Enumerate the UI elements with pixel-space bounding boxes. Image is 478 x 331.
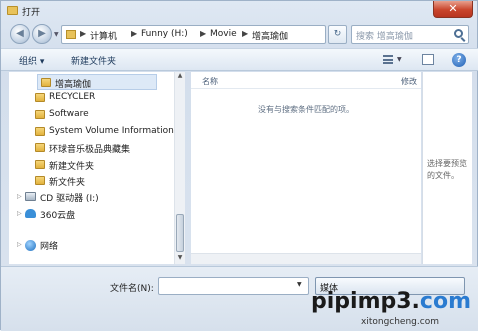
folder-icon xyxy=(35,160,45,169)
help-icon[interactable]: ? xyxy=(452,53,466,67)
tree-item-label: 新建文件夹 xyxy=(49,162,95,172)
file-list[interactable]: 名称 修改 没有与搜索条件匹配的项。 xyxy=(191,72,421,264)
folder-icon xyxy=(35,110,45,119)
navigation-pane: 增高瑜伽 RECYCLER Software System Volume Inf… xyxy=(9,72,185,264)
search-placeholder: 搜索 增高瑜伽 xyxy=(356,32,413,42)
title-bar: 打开 ✕ xyxy=(1,1,478,21)
network-icon xyxy=(25,240,36,251)
view-dropdown-icon[interactable]: ▼ xyxy=(397,56,402,63)
tree-item-label: 新文件夹 xyxy=(49,178,86,188)
scroll-down-icon[interactable]: ▼ xyxy=(175,254,185,264)
recent-pages-dropdown-icon[interactable]: ▼ xyxy=(54,31,59,38)
breadcrumb-movie[interactable]: Movie xyxy=(210,29,237,39)
scrollbar-thumb[interactable] xyxy=(176,214,184,252)
tree-item-selected-folder[interactable]: 增高瑜伽 xyxy=(37,74,157,90)
folder-icon xyxy=(35,127,45,136)
refresh-button[interactable]: ↻ xyxy=(328,25,347,44)
folder-icon xyxy=(35,93,45,102)
expand-arrow-icon[interactable]: ▷ xyxy=(17,241,22,248)
filename-label: 文件名(N): xyxy=(110,284,154,294)
header-divider xyxy=(191,88,421,89)
cd-drive-icon xyxy=(25,192,36,201)
column-header-name[interactable]: 名称 xyxy=(202,76,218,87)
folder-icon xyxy=(35,143,45,152)
folder-icon xyxy=(35,176,45,185)
tree-item-folder[interactable]: 新文件夹 xyxy=(35,173,175,189)
folder-icon xyxy=(66,30,76,39)
tree-item-drive[interactable]: ▷ CD 驱动器 (I:) xyxy=(17,189,167,205)
file-type-select[interactable]: 媒体 xyxy=(315,277,465,295)
tree-item-label: CD 驱动器 (I:) xyxy=(40,194,99,204)
forward-button[interactable]: ▶ xyxy=(32,24,52,44)
tree-item-network[interactable]: ▷ 网络 xyxy=(17,237,167,253)
preview-pane-icon[interactable] xyxy=(422,54,434,65)
tree-item-label: 360云盘 xyxy=(40,211,76,221)
breadcrumb-current[interactable]: 增高瑜伽 xyxy=(252,29,288,42)
tree-item-folder[interactable]: 环球音乐极品典藏集 xyxy=(35,140,175,156)
tree-item-label: 网络 xyxy=(40,242,59,252)
tree-item-folder[interactable]: 新建文件夹 xyxy=(35,157,175,173)
navigation-bar: ◀ ▶ ▼ ▶ 计算机 ▶ Funny (H:) ▶ Movie ▶ 增高瑜伽 … xyxy=(1,21,478,47)
tree-item-folder[interactable]: System Volume Information xyxy=(35,124,175,140)
tree-item-cloud[interactable]: ▷ 360云盘 xyxy=(17,206,167,222)
expand-arrow-icon[interactable]: ▷ xyxy=(17,210,22,217)
breadcrumb-computer[interactable]: 计算机 xyxy=(90,29,117,42)
tree-item-label: 增高瑜伽 xyxy=(55,80,92,90)
preview-pane: 选择要预览的文件。 xyxy=(422,72,472,264)
open-dialog: 打开 ✕ ◀ ▶ ▼ ▶ 计算机 ▶ Funny (H:) ▶ Movie ▶ … xyxy=(0,0,478,331)
command-bar: 组织 ▾ 新建文件夹 ▼ ? xyxy=(1,48,478,71)
file-type-value: 媒体 xyxy=(320,284,339,294)
filename-dropdown-icon[interactable]: ▼ xyxy=(297,281,302,288)
expand-arrow-icon[interactable]: ▷ xyxy=(17,193,22,200)
navigation-scrollbar[interactable]: ▲ ▼ xyxy=(174,72,185,264)
tree-item-label: System Volume Information xyxy=(49,126,174,136)
new-folder-button[interactable]: 新建文件夹 xyxy=(71,54,116,67)
address-bar[interactable]: ▶ 计算机 ▶ Funny (H:) ▶ Movie ▶ 增高瑜伽 xyxy=(61,25,326,44)
breadcrumb-separator-icon[interactable]: ▶ xyxy=(200,29,206,38)
tree-item-label: 环球音乐极品典藏集 xyxy=(49,145,131,155)
search-input[interactable]: 搜索 增高瑜伽 xyxy=(351,25,469,44)
folder-icon xyxy=(41,78,51,87)
scroll-up-icon[interactable]: ▲ xyxy=(175,72,185,82)
file-list-scrollbar[interactable] xyxy=(191,253,421,264)
column-header-modified[interactable]: 修改 xyxy=(401,76,417,87)
tree-item-folder[interactable]: Software xyxy=(35,107,175,123)
organize-button[interactable]: 组织 ▾ xyxy=(19,54,44,67)
view-options-icon[interactable] xyxy=(383,55,393,64)
back-button[interactable]: ◀ xyxy=(10,24,30,44)
file-name-bar: 文件名(N): ▼ 媒体 xyxy=(1,266,478,331)
folder-icon xyxy=(7,6,18,15)
empty-message: 没有与搜索条件匹配的项。 xyxy=(258,105,354,114)
breadcrumb-separator-icon[interactable]: ▶ xyxy=(80,29,86,38)
tree-item-folder[interactable]: RECYCLER xyxy=(35,90,175,106)
preview-message: 选择要预览的文件。 xyxy=(427,159,467,180)
tree-item-label: Software xyxy=(49,109,89,119)
cloud-drive-icon xyxy=(25,209,36,218)
window-title: 打开 xyxy=(22,8,41,18)
search-icon[interactable] xyxy=(454,29,463,38)
close-button[interactable]: ✕ xyxy=(433,1,473,18)
tree-item-label: RECYCLER xyxy=(49,92,96,102)
breadcrumb-drive[interactable]: Funny (H:) xyxy=(141,29,188,39)
filename-input[interactable]: ▼ xyxy=(158,277,309,295)
breadcrumb-separator-icon[interactable]: ▶ xyxy=(131,29,137,38)
breadcrumb-separator-icon[interactable]: ▶ xyxy=(242,29,248,38)
